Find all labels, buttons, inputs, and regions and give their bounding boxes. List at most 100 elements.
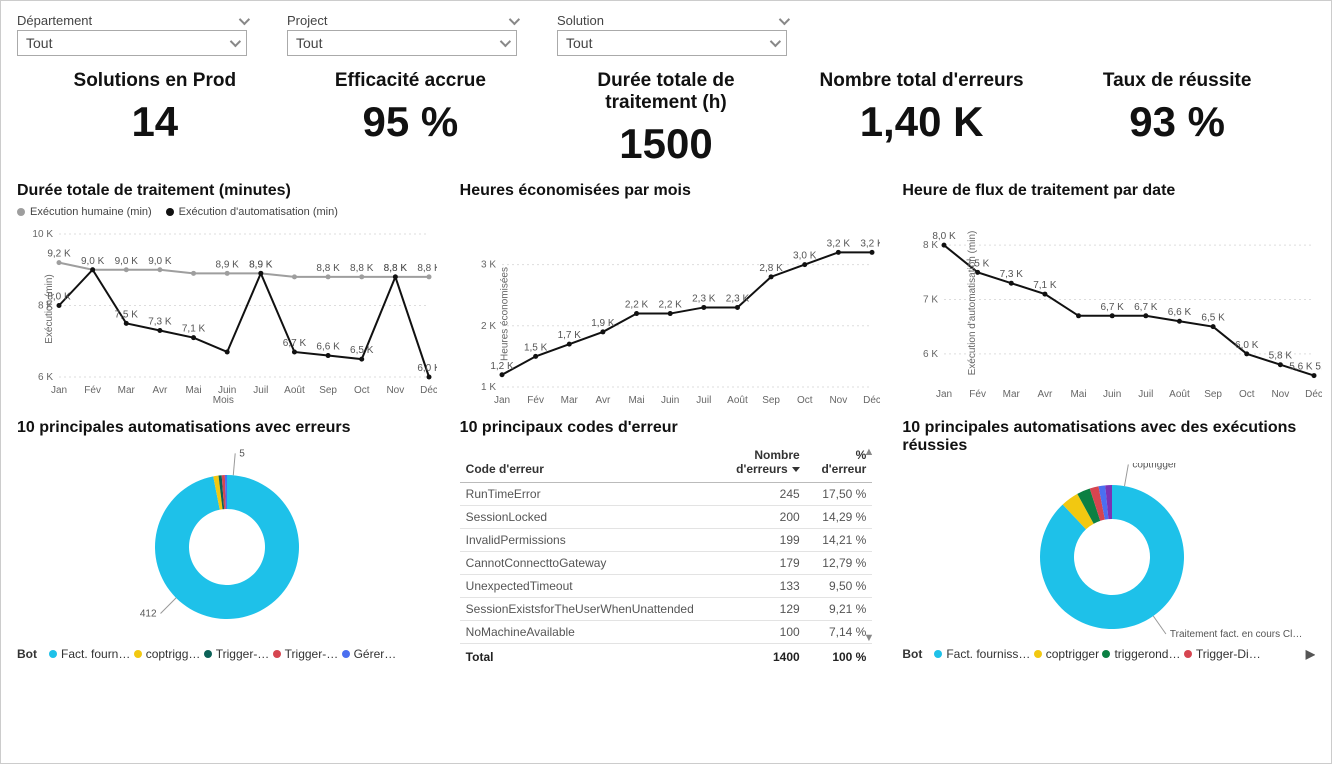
svg-text:8,0 K: 8,0 K: [933, 231, 957, 242]
svg-text:6,7 K: 6,7 K: [1134, 301, 1158, 312]
legend-more-icon[interactable]: ▶: [1306, 647, 1315, 661]
svg-text:7,1 K: 7,1 K: [1034, 280, 1058, 291]
svg-text:Fév: Fév: [84, 385, 101, 396]
svg-text:Avr: Avr: [595, 395, 610, 406]
svg-text:2 K: 2 K: [481, 320, 496, 331]
legend-title: Bot: [902, 647, 922, 661]
svg-text:Oct: Oct: [354, 385, 370, 396]
svg-text:1 K: 1 K: [481, 382, 496, 393]
svg-text:9,2 K: 9,2 K: [47, 248, 71, 259]
chevron-down-icon[interactable]: [500, 36, 511, 47]
svg-text:2,2 K: 2,2 K: [625, 299, 649, 310]
legend-dot-icon: [17, 208, 25, 216]
y-axis-label: Heures économisées: [499, 267, 510, 361]
slicer-row: Département Tout Project Tout Solution: [17, 13, 1315, 56]
svg-text:9,0 K: 9,0 K: [148, 255, 172, 266]
svg-text:Fév: Fév: [527, 395, 544, 406]
svg-text:5,8 K: 5,8 K: [1269, 350, 1293, 361]
svg-text:412: 412: [140, 608, 157, 619]
chart-duree-totale[interactable]: Durée totale de traitement (minutes) Exé…: [17, 182, 430, 407]
slicer-project[interactable]: Project Tout: [287, 13, 517, 56]
chart-title: 10 principaux codes d'erreur: [460, 419, 873, 437]
svg-text:Mai: Mai: [1071, 389, 1087, 400]
svg-text:8,8 K: 8,8 K: [417, 263, 437, 274]
chevron-down-icon: [509, 13, 520, 24]
svg-text:Août: Août: [284, 385, 305, 396]
total-value: 100 %: [806, 643, 873, 670]
svg-text:5: 5: [239, 448, 245, 459]
svg-text:Juin: Juin: [218, 385, 236, 396]
table-row[interactable]: InvalidPermissions19914,21 %: [460, 528, 873, 551]
chevron-down-icon[interactable]: [230, 36, 241, 47]
chart-legend: Bot Fact. fourniss… coptrigger triggeron…: [902, 647, 1315, 661]
col-header[interactable]: % d'erreur: [806, 444, 873, 483]
svg-text:8,9 K: 8,9 K: [216, 259, 240, 270]
svg-text:7 K: 7 K: [923, 294, 938, 305]
svg-text:coptrigger: coptrigger: [1133, 463, 1178, 470]
svg-text:7,3 K: 7,3 K: [148, 316, 172, 327]
svg-text:8,8 K: 8,8 K: [316, 263, 340, 274]
svg-text:6,0 K: 6,0 K: [417, 363, 437, 374]
svg-text:6,0 K: 6,0 K: [1235, 340, 1259, 351]
chevron-down-icon: [779, 13, 790, 24]
svg-text:6,5 K: 6,5 K: [350, 345, 374, 356]
svg-text:Jan: Jan: [494, 395, 510, 406]
svg-text:Avr: Avr: [1038, 389, 1053, 400]
svg-text:10 K: 10 K: [32, 229, 53, 240]
total-value: 1400: [700, 643, 806, 670]
svg-text:Juin: Juin: [661, 395, 679, 406]
kpi-taux-reussite: Taux de réussite 93 %: [1049, 70, 1305, 168]
bottom-row: 10 principales automatisations avec erre…: [17, 419, 1315, 670]
scroll-down-icon[interactable]: ▼: [863, 632, 874, 644]
svg-text:Sep: Sep: [762, 395, 780, 406]
kpi-value: 95 %: [283, 98, 539, 146]
svg-text:Août: Août: [1170, 389, 1191, 400]
chevron-down-icon: [239, 13, 250, 24]
svg-text:Août: Août: [727, 395, 748, 406]
donut-chart-svg: coptriggerTraitement fact. en cours Cl…: [902, 463, 1322, 643]
table-row[interactable]: SessionLocked20014,29 %: [460, 505, 873, 528]
kpi-nb-erreurs: Nombre total d'erreurs 1,40 K: [794, 70, 1050, 168]
svg-text:Juil: Juil: [253, 385, 268, 396]
svg-text:1,7 K: 1,7 K: [557, 330, 581, 341]
svg-text:3,0 K: 3,0 K: [793, 250, 817, 261]
table-row[interactable]: UnexpectedTimeout1339,50 %: [460, 574, 873, 597]
slicer-value: Tout: [296, 35, 322, 51]
table-row[interactable]: NoMachineAvailable1007,14 %: [460, 620, 873, 643]
chart-donut-errors[interactable]: 10 principales automatisations avec erre…: [17, 419, 430, 670]
svg-text:Oct: Oct: [797, 395, 813, 406]
report-canvas: Département Tout Project Tout Solution: [0, 0, 1332, 764]
kpi-title: Solutions en Prod: [27, 70, 283, 92]
slicer-label: Département: [17, 13, 92, 28]
slicer-solution[interactable]: Solution Tout: [557, 13, 787, 56]
svg-text:5,6 K 5,6 K: 5,6 K 5,6 K: [1290, 361, 1323, 372]
scroll-up-icon[interactable]: ▲: [863, 446, 874, 458]
chevron-down-icon[interactable]: [770, 36, 781, 47]
slicer-departement[interactable]: Département Tout: [17, 13, 247, 56]
y-axis-label: Exécution (min): [44, 274, 55, 343]
svg-text:3,2 K: 3,2 K: [860, 238, 880, 249]
col-header[interactable]: Code d'erreur: [460, 444, 700, 483]
table-row[interactable]: RunTimeError24517,50 %: [460, 482, 873, 505]
kpi-value: 1,40 K: [794, 98, 1050, 146]
chart-heure-flux[interactable]: Heure de flux de traitement par date Exé…: [902, 182, 1315, 407]
svg-text:6,6 K: 6,6 K: [1168, 307, 1192, 318]
chart-heures-economisees[interactable]: Heures économisées par mois Heures écono…: [460, 182, 873, 407]
table-row[interactable]: SessionExistsforTheUserWhenUnattended129…: [460, 597, 873, 620]
svg-text:Fév: Fév: [970, 389, 987, 400]
svg-text:Sep: Sep: [319, 385, 337, 396]
svg-text:Jan: Jan: [936, 389, 952, 400]
svg-text:Juil: Juil: [1139, 389, 1154, 400]
chart-donut-success[interactable]: 10 principales automatisations avec des …: [902, 419, 1315, 670]
line-chart-svg: 6 K8 K10 KJanFévMarAvrMaiJuinJuilAoûtSep…: [17, 222, 437, 397]
table-row[interactable]: CannotConnecttoGateway17912,79 %: [460, 551, 873, 574]
col-header[interactable]: Nombre d'erreurs: [700, 444, 806, 483]
kpi-title: Durée totale de traitement (h): [538, 70, 794, 114]
svg-text:1,9 K: 1,9 K: [591, 318, 615, 329]
svg-text:Nov: Nov: [386, 385, 404, 396]
donut-chart-svg: 5 412: [17, 443, 437, 643]
svg-text:Juil: Juil: [696, 395, 711, 406]
svg-text:Déc: Déc: [420, 385, 437, 396]
table-error-codes[interactable]: 10 principaux codes d'erreur ▲ ▼ Code d'…: [460, 419, 873, 670]
svg-text:1,2 K: 1,2 K: [490, 360, 514, 371]
